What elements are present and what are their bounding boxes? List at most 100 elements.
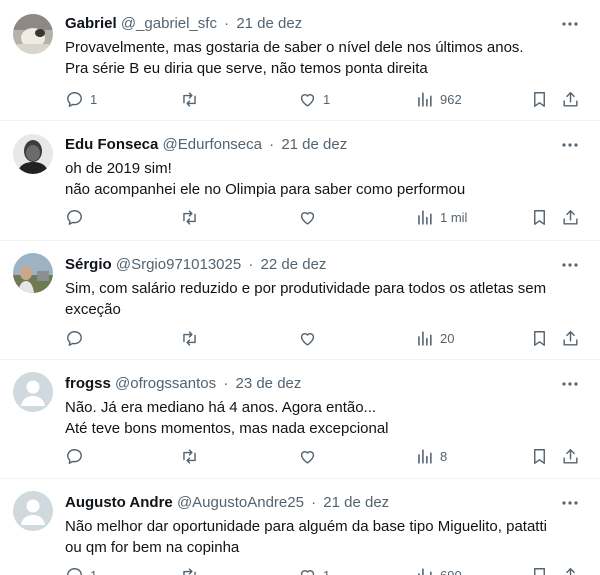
default-avatar-icon [13, 372, 53, 412]
retweet-icon [183, 330, 196, 346]
bookmark-button[interactable] [530, 445, 549, 467]
tweet-header: Sérgio @Srgio971013025 · 22 de dez [65, 255, 560, 275]
tweet-header: Augusto Andre @AugustoAndre25 · 21 de de… [65, 493, 560, 513]
like-button[interactable] [298, 206, 323, 228]
heart-icon [300, 569, 315, 575]
reply-button[interactable]: 1 [65, 564, 97, 575]
views-button[interactable]: 8 [415, 445, 447, 467]
separator: · [269, 136, 275, 153]
share-button[interactable] [561, 88, 580, 110]
retweet-button[interactable] [180, 445, 205, 467]
retweet-icon [183, 567, 196, 575]
bookmark-button[interactable] [530, 206, 549, 228]
like-count: 1 [323, 567, 331, 575]
like-count: 1 [323, 91, 331, 107]
views-button[interactable]: 962 [415, 88, 462, 110]
heart-icon [300, 93, 315, 107]
views-count: 8 [440, 448, 448, 464]
reply-button[interactable]: 1 [65, 88, 97, 110]
analytics-icon [418, 209, 432, 225]
more-options-icon[interactable] [560, 374, 580, 394]
bookmark-button[interactable] [530, 88, 549, 110]
like-button[interactable] [298, 445, 323, 467]
share-icon [563, 209, 578, 225]
tweet-text-line: Não. Já era mediano há 4 anos. Agora ent… [65, 399, 377, 416]
share-button[interactable] [561, 564, 580, 575]
tweet-date[interactable]: 21 de dez [323, 494, 389, 511]
like-button[interactable]: 1 [298, 564, 330, 575]
user-handle[interactable]: @AugustoAndre25 [177, 494, 304, 511]
heart-icon [300, 332, 315, 346]
retweet-icon [183, 91, 196, 107]
tweet-text-line: ou qm for bem na copinha [65, 539, 240, 556]
reply-icon [67, 330, 82, 346]
avatar[interactable] [13, 372, 53, 412]
reply-count: 1 [90, 567, 98, 575]
display-name[interactable]: Gabriel [65, 15, 117, 32]
share-icon [563, 330, 578, 346]
bookmark-icon [534, 330, 545, 346]
tweet-date[interactable]: 23 de dez [235, 375, 301, 392]
reply-button[interactable] [65, 445, 90, 467]
tweet-item[interactable]: frogss @ofrogssantos · 23 de dez Não. Já… [0, 360, 600, 479]
tweet-actions: 20 [65, 327, 600, 349]
tweet-text-line: Provavelmente, mas gostaria de saber o n… [65, 39, 524, 56]
tweet-date[interactable]: 22 de dez [261, 256, 327, 273]
tweet-date[interactable]: 21 de dez [236, 15, 302, 32]
separator: · [224, 15, 230, 32]
tweet-item[interactable]: Edu Fonseca @Edurfonseca · 21 de dez oh … [0, 121, 600, 241]
views-count: 20 [440, 330, 455, 346]
retweet-button[interactable] [180, 88, 205, 110]
like-button[interactable] [298, 327, 323, 349]
tweet-item[interactable]: Gabriel @_gabriel_sfc · 21 de dez Provav… [0, 0, 600, 121]
share-button[interactable] [561, 206, 580, 228]
share-button[interactable] [561, 327, 580, 349]
tweet-text: Não. Já era mediano há 4 anos. Agora ent… [65, 397, 580, 439]
more-options-icon[interactable] [560, 135, 580, 155]
user-handle[interactable]: @_gabriel_sfc [121, 15, 217, 32]
display-name[interactable]: Sérgio [65, 256, 112, 273]
retweet-button[interactable] [180, 206, 205, 228]
tweet-date[interactable]: 21 de dez [281, 136, 347, 153]
share-button[interactable] [561, 445, 580, 467]
avatar[interactable] [13, 14, 53, 54]
reply-icon [67, 91, 82, 107]
reply-button[interactable] [65, 327, 90, 349]
more-options-icon[interactable] [560, 493, 580, 513]
retweet-button[interactable] [180, 327, 205, 349]
bookmark-icon [534, 91, 545, 107]
separator: · [223, 375, 229, 392]
user-handle[interactable]: @Edurfonseca [163, 136, 262, 153]
retweet-icon [183, 448, 196, 464]
user-handle[interactable]: @ofrogssantos [115, 375, 216, 392]
bookmark-icon [534, 567, 545, 575]
reply-button[interactable] [65, 206, 90, 228]
tweet-item[interactable]: Sérgio @Srgio971013025 · 22 de dez Sim, … [0, 241, 600, 360]
user-handle[interactable]: @Srgio971013025 [116, 256, 241, 273]
display-name[interactable]: frogss [65, 375, 111, 392]
views-button[interactable]: 690 [415, 564, 462, 575]
display-name[interactable]: Edu Fonseca [65, 136, 158, 153]
tweet-text-line: Não melhor dar oportunidade para alguém … [65, 518, 547, 535]
more-options-icon[interactable] [560, 255, 580, 275]
tweet-text-line: Pra série B eu diria que serve, não temo… [65, 60, 428, 77]
tweet-header: Edu Fonseca @Edurfonseca · 21 de dez [65, 135, 560, 155]
tweet-text: Sim, com salário reduzido e por produtiv… [65, 278, 580, 320]
tweet-item[interactable]: Augusto Andre @AugustoAndre25 · 21 de de… [0, 479, 600, 575]
views-button[interactable]: 20 [415, 327, 454, 349]
like-button[interactable]: 1 [298, 88, 330, 110]
avatar[interactable] [13, 253, 53, 293]
tweet-text: Provavelmente, mas gostaria de saber o n… [65, 37, 580, 79]
analytics-icon [418, 330, 432, 346]
separator: · [311, 494, 317, 511]
bookmark-button[interactable] [530, 327, 549, 349]
views-button[interactable]: 1 mil [415, 206, 467, 228]
avatar[interactable] [13, 134, 53, 174]
more-options-icon[interactable] [560, 14, 580, 34]
bookmark-button[interactable] [530, 564, 549, 575]
tweet-actions: 1 mil [65, 206, 600, 228]
avatar[interactable] [13, 491, 53, 531]
display-name[interactable]: Augusto Andre [65, 494, 173, 511]
retweet-button[interactable] [180, 564, 205, 575]
bookmark-icon [534, 448, 545, 464]
